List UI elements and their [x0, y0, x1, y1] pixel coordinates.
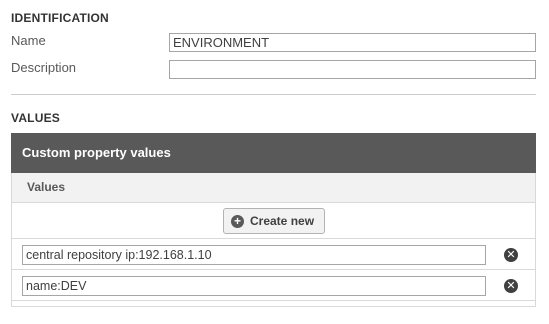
create-row: + Create new: [12, 203, 535, 239]
plus-circle-icon: +: [231, 214, 244, 228]
remove-value-icon[interactable]: ✕: [504, 279, 518, 293]
description-field[interactable]: [169, 60, 536, 79]
remove-value-icon[interactable]: ✕: [504, 248, 518, 262]
name-label: Name: [11, 33, 46, 48]
custom-property-values-panel: Custom property values Values + Create n…: [11, 133, 536, 307]
identification-heading: IDENTIFICATION: [11, 11, 109, 25]
custom-property-editor: IDENTIFICATION Name Description VALUES C…: [0, 0, 549, 324]
description-label: Description: [11, 60, 77, 75]
value-row: ✕: [12, 239, 535, 270]
values-heading: VALUES: [11, 111, 60, 125]
name-field[interactable]: [169, 33, 536, 52]
value-input[interactable]: [22, 245, 486, 265]
panel-title: Custom property values: [11, 133, 536, 173]
create-new-label: Create new: [250, 214, 315, 228]
values-column-header: Values: [12, 173, 535, 203]
section-divider: [11, 94, 536, 95]
value-row: ✕: [12, 270, 535, 301]
create-new-button[interactable]: + Create new: [223, 208, 325, 234]
value-input[interactable]: [22, 276, 486, 296]
